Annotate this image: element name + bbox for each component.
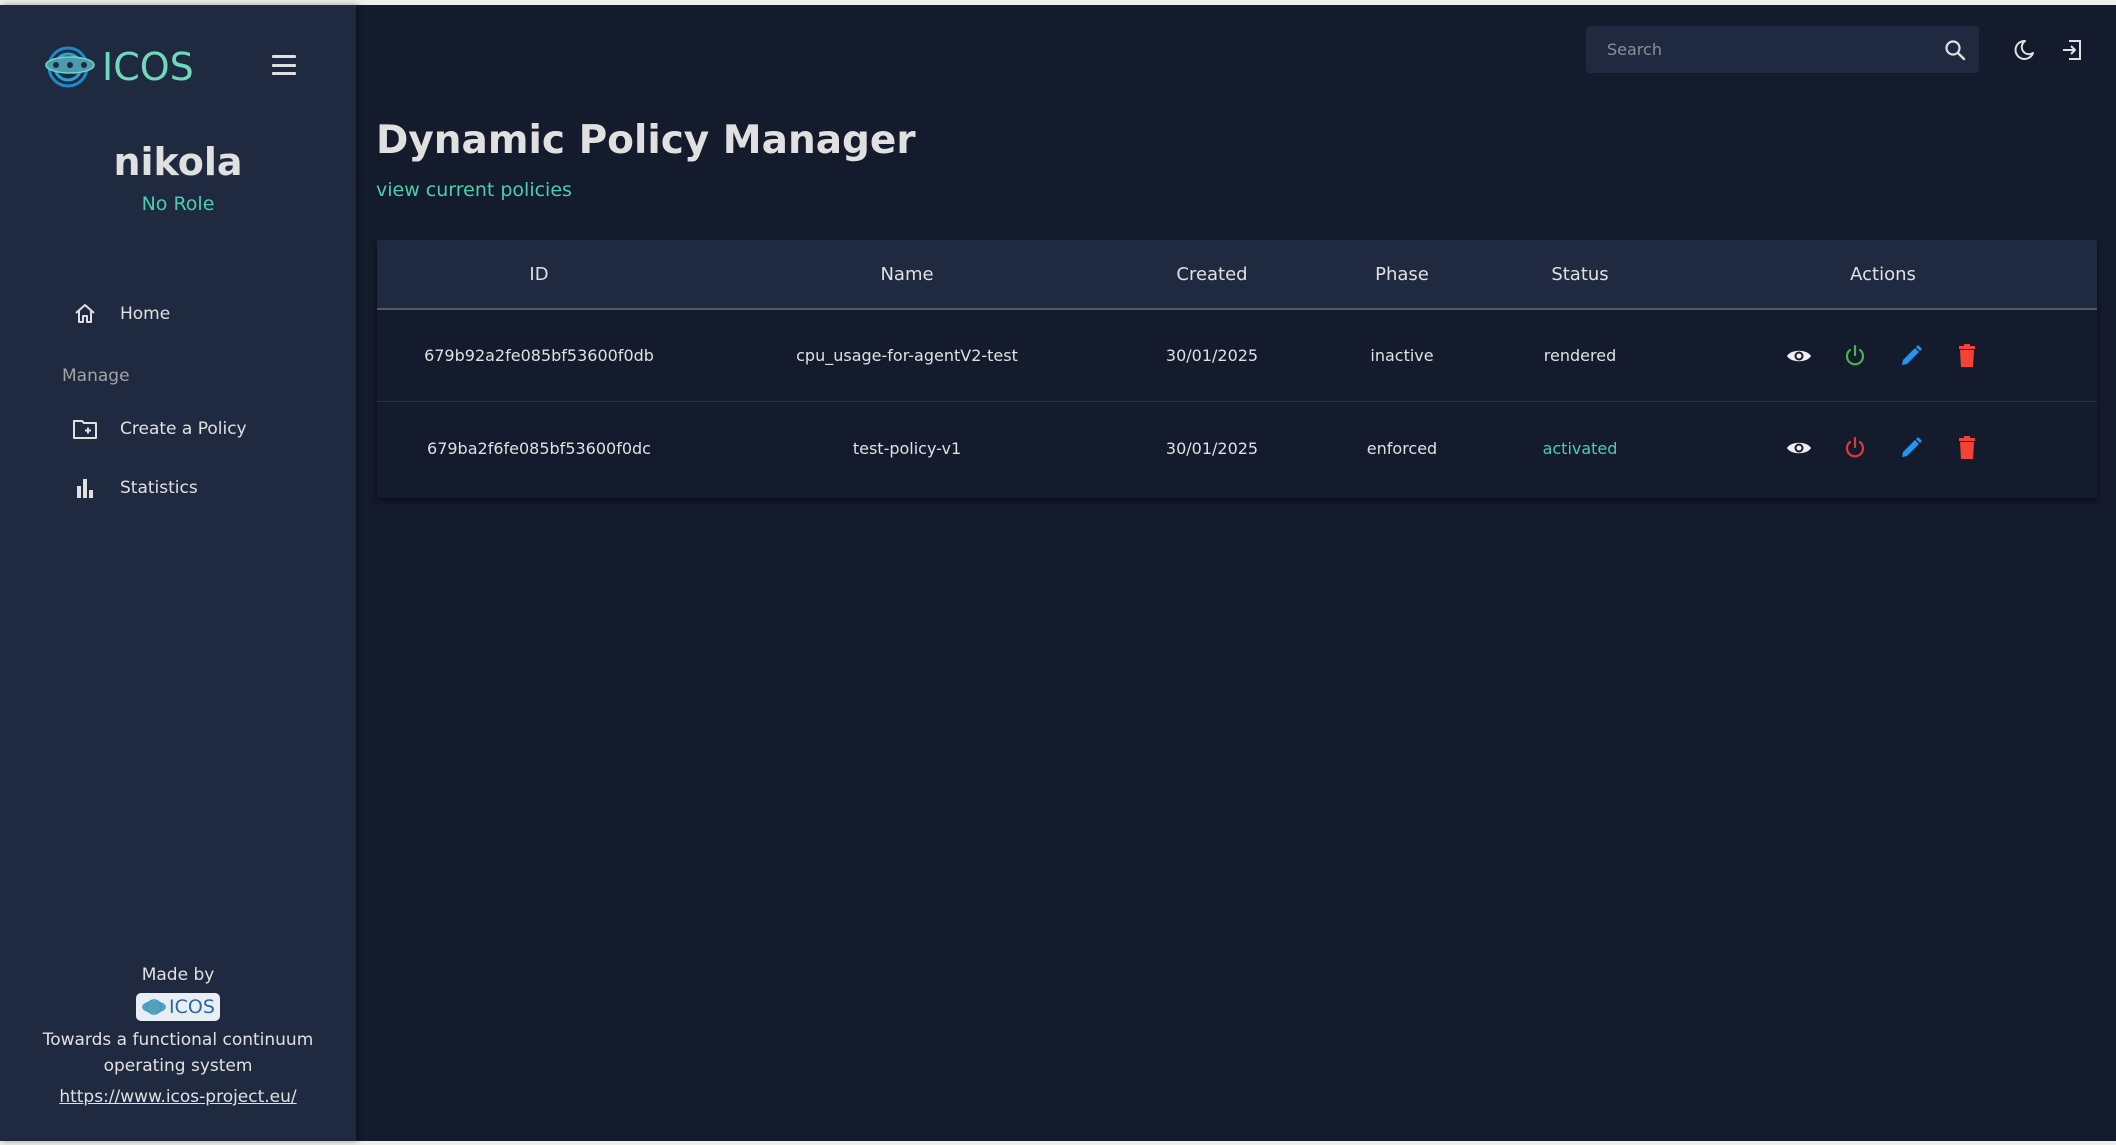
- eye-icon: [1787, 350, 1811, 361]
- cell-phase: inactive: [1370, 346, 1434, 365]
- menu-toggle-button[interactable]: [272, 55, 296, 75]
- delete-button[interactable]: [1952, 433, 1982, 463]
- tagline-line: Towards a functional continuum: [42, 1030, 314, 1050]
- sidebar-item-label: Create a Policy: [120, 419, 247, 439]
- search-button[interactable]: [1931, 26, 1979, 73]
- hamburger-icon-bar: [272, 55, 296, 58]
- trash-icon: [1959, 343, 1975, 367]
- cell-name: test-policy-v1: [852, 438, 962, 458]
- table-header: ID Name Created Phase Status Actions: [377, 240, 2097, 310]
- user-name: nikola: [113, 140, 243, 184]
- logo: ICOS: [44, 42, 194, 92]
- footer-logo: ICOS: [136, 993, 220, 1021]
- sidebar-item-home[interactable]: Home: [72, 299, 170, 329]
- bar-chart-icon: [72, 475, 98, 501]
- footer-logo-text: ICOS: [169, 996, 215, 1018]
- cell-id: 679b92a2fe085bf53600f0db: [424, 346, 654, 365]
- sidebar-item-create-policy[interactable]: Create a Policy: [72, 414, 247, 444]
- made-by-label: Made by: [141, 965, 215, 985]
- edit-button[interactable]: [1896, 433, 1926, 463]
- table-row: 679b92a2fe085bf53600f0db cpu_usage-for-a…: [377, 310, 2097, 402]
- view-button[interactable]: [1784, 341, 1814, 371]
- column-header-id[interactable]: ID: [529, 240, 548, 308]
- cell-id: 679ba2f6fe085bf53600f0dc: [427, 438, 651, 458]
- policies-table: ID Name Created Phase Status Actions 679…: [377, 240, 2097, 498]
- edit-button[interactable]: [1896, 341, 1926, 371]
- view-button[interactable]: [1784, 433, 1814, 463]
- search-box: [1586, 26, 1979, 73]
- footer-tagline: Towards a functional continuum operating…: [0, 1027, 356, 1079]
- folder-plus-icon: [72, 416, 98, 442]
- sidebar-item-label: Statistics: [120, 478, 198, 498]
- pencil-icon: [1902, 437, 1922, 457]
- tagline-line: operating system: [103, 1056, 253, 1076]
- cell-created: 30/01/2025: [1165, 346, 1259, 365]
- eye-icon: [1787, 442, 1811, 454]
- pencil-icon: [1902, 344, 1922, 365]
- sidebar-section-manage: Manage: [62, 366, 130, 386]
- row-actions: [1771, 402, 1995, 494]
- icos-logo-icon: [45, 46, 95, 88]
- delete-button[interactable]: [1952, 341, 1982, 371]
- user-role: No Role: [141, 193, 215, 215]
- dark-mode-toggle[interactable]: [2008, 34, 2040, 66]
- column-header-actions: Actions: [1850, 263, 1916, 285]
- enable-button[interactable]: [1840, 341, 1870, 371]
- hamburger-icon-bar: [272, 72, 296, 75]
- sidebar-item-statistics[interactable]: Statistics: [72, 473, 198, 503]
- sidebar: ICOS nikola No Role Home Manage Create a…: [0, 5, 356, 1141]
- row-actions: [1771, 310, 1995, 401]
- column-header-status[interactable]: Status: [1551, 240, 1608, 308]
- icos-logo-icon: [142, 999, 167, 1015]
- table-row: 679ba2f6fe085bf53600f0dc test-policy-v1 …: [377, 402, 2097, 494]
- dark-mode-icon: [2014, 39, 2034, 60]
- column-header-created[interactable]: Created: [1176, 240, 1247, 308]
- disable-button[interactable]: [1840, 433, 1870, 463]
- cell-status: activated: [1542, 438, 1618, 458]
- cell-created: 30/01/2025: [1165, 438, 1259, 458]
- trash-icon: [1959, 436, 1975, 459]
- cell-phase: enforced: [1366, 438, 1438, 458]
- sidebar-item-label: Home: [120, 304, 171, 324]
- logout-button[interactable]: [2056, 34, 2088, 66]
- column-header-phase[interactable]: Phase: [1375, 240, 1429, 308]
- search-input[interactable]: [1586, 40, 1931, 59]
- power-icon: [1845, 344, 1865, 365]
- view-policies-link[interactable]: view current policies: [376, 179, 572, 201]
- app-root: ICOS nikola No Role Home Manage Create a…: [0, 5, 2116, 1141]
- cell-name: cpu_usage-for-agentV2-test: [796, 346, 1018, 365]
- power-icon: [1845, 436, 1865, 458]
- home-icon: [72, 301, 98, 327]
- logo-text: ICOS: [102, 45, 194, 89]
- cell-status: rendered: [1543, 346, 1617, 365]
- search-icon: [1945, 39, 1966, 60]
- page-title: Dynamic Policy Manager: [376, 118, 916, 163]
- sidebar-footer: Made by ICOS Towards a functional contin…: [0, 965, 356, 1107]
- hamburger-icon-bar: [272, 63, 296, 67]
- project-link[interactable]: https://www.icos-project.eu/: [59, 1087, 296, 1107]
- logout-icon: [2063, 40, 2081, 60]
- column-header-name[interactable]: Name: [880, 240, 933, 308]
